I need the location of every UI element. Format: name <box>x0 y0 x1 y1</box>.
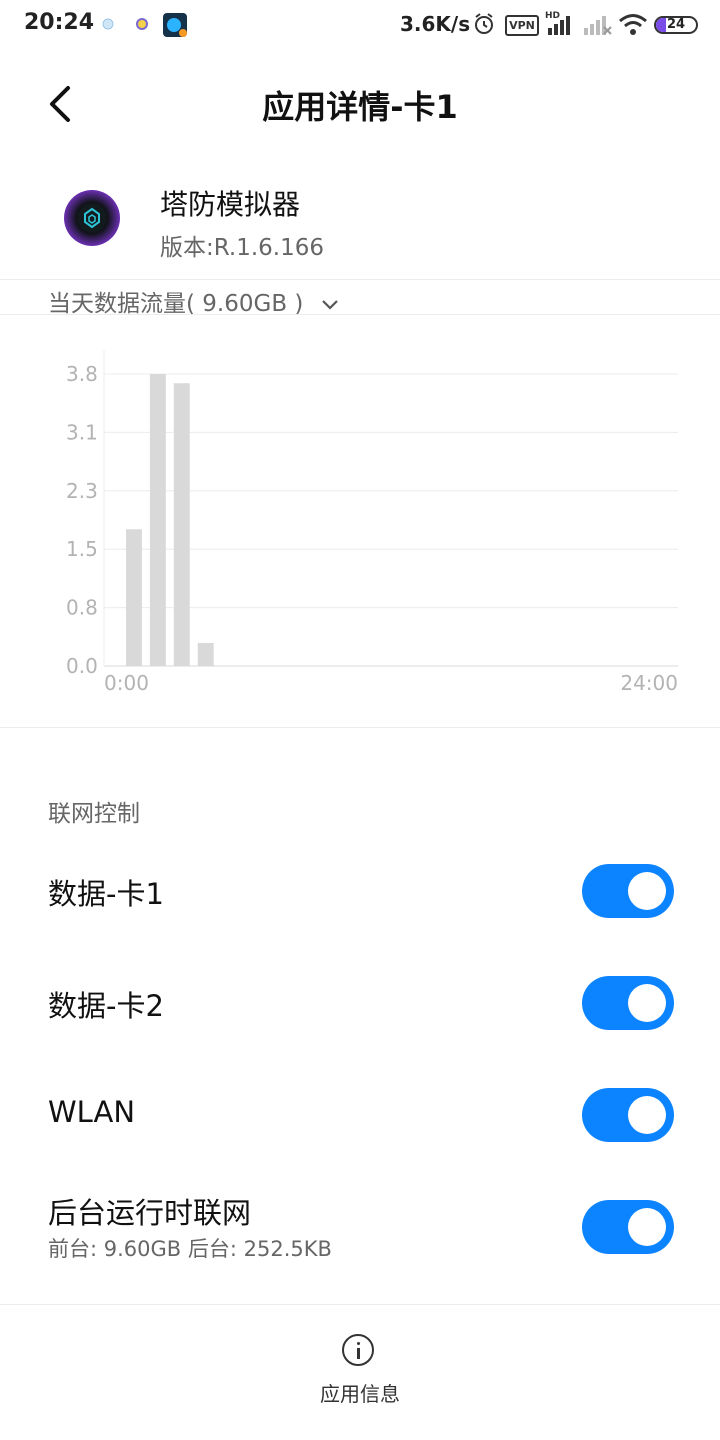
chart-bar <box>126 529 142 666</box>
info-icon <box>342 1334 374 1366</box>
battery-icon: 24 <box>654 16 698 34</box>
y-tick-label: 2.3 <box>66 479 98 503</box>
y-tick-label: 1.5 <box>66 537 98 561</box>
vpn-icon: VPN <box>505 15 539 36</box>
status-bar: 20:24 3.6K/s VPN HD 24 <box>0 0 720 52</box>
data-sim2-label: 数据-卡2 <box>48 989 164 1023</box>
toggle-knob <box>628 872 666 910</box>
wlan-toggle[interactable] <box>582 1088 674 1142</box>
network-speed: 3.6K/s <box>400 12 471 36</box>
y-tick-label: 3.1 <box>66 420 98 444</box>
wifi-icon <box>619 14 647 35</box>
network-control-heading: 联网控制 <box>48 801 140 827</box>
toggle-knob <box>628 984 666 1022</box>
data-sim1-label: 数据-卡1 <box>48 877 164 911</box>
chart-bar <box>173 383 190 666</box>
data-sim1-toggle[interactable] <box>582 864 674 918</box>
background-network-label: 后台运行时联网 <box>48 1196 252 1230</box>
signal-no-service-icon <box>584 16 612 35</box>
traffic-bar-chart: 0.0 0.8 1.5 2.3 3.1 3.8 0:00 24:00 <box>66 350 678 695</box>
data-sim2-toggle[interactable] <box>582 976 674 1030</box>
page-title: 应用详情-卡1 <box>262 88 458 126</box>
y-tick-label: 0.0 <box>66 654 98 678</box>
app-info-label: 应用信息 <box>320 1382 400 1406</box>
divider <box>0 727 720 728</box>
traffic-period-dropdown[interactable]: 当天数据流量( 9.60GB ) <box>48 284 339 318</box>
x-end-label: 24:00 <box>620 671 678 695</box>
signal-icon <box>548 16 570 35</box>
toggle-knob <box>628 1096 666 1134</box>
notification-icon <box>102 18 114 30</box>
divider <box>0 314 720 315</box>
x-start-label: 0:00 <box>104 671 149 695</box>
battery-level: 24 <box>666 17 686 32</box>
notification-icon <box>136 18 148 30</box>
chart-bar <box>149 374 166 666</box>
y-tick-label: 3.8 <box>66 362 98 386</box>
chart-bar <box>197 642 214 666</box>
background-usage-detail: 前台: 9.60GB 后台: 252.5KB <box>48 1237 332 1261</box>
app-notification-icon <box>163 13 187 37</box>
app-icon <box>64 190 120 246</box>
background-network-toggle[interactable] <box>582 1200 674 1254</box>
app-info-button[interactable]: 应用信息 <box>300 1330 420 1410</box>
divider <box>0 279 720 280</box>
alarm-icon <box>475 13 493 34</box>
toggle-knob <box>628 1208 666 1246</box>
chevron-down-icon <box>321 300 338 310</box>
app-logo-icon <box>78 204 106 232</box>
wlan-label: WLAN <box>48 1095 136 1129</box>
status-time: 20:24 <box>24 10 95 35</box>
y-tick-label: 0.8 <box>66 596 98 620</box>
app-name: 塔防模拟器 <box>160 188 301 221</box>
app-version: 版本:R.1.6.166 <box>160 235 325 261</box>
divider <box>0 1304 720 1305</box>
